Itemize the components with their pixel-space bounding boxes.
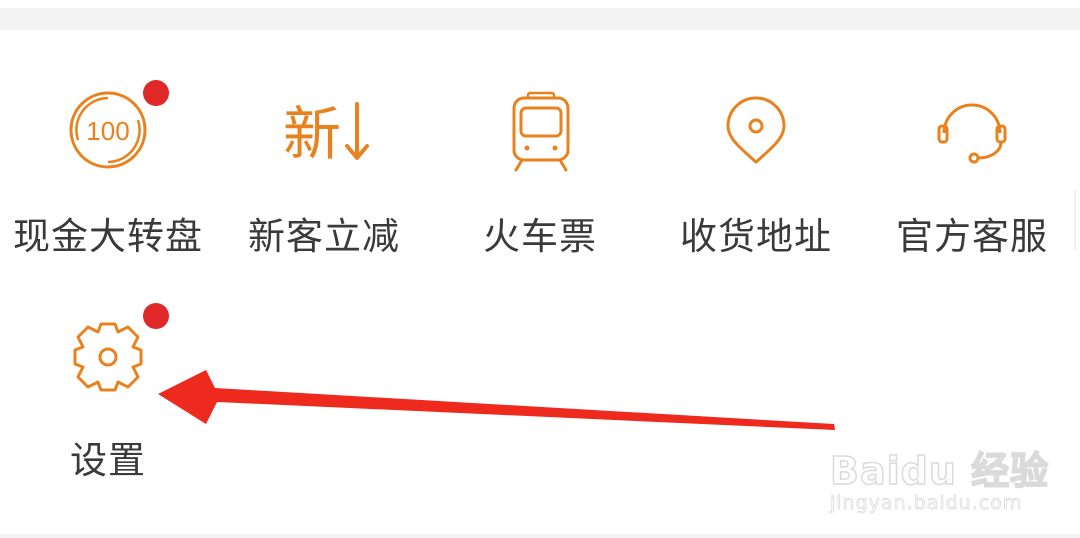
watermark: Baidu 经验 jingyan.baidu.com bbox=[826, 418, 1056, 528]
new-customer-icon: 新 bbox=[274, 78, 374, 178]
service-cash-wheel[interactable]: 100 现金大转盘 bbox=[0, 78, 216, 268]
service-customer-support[interactable]: 官方客服 bbox=[864, 78, 1080, 268]
service-label: 官方客服 bbox=[896, 215, 1048, 258]
gear-icon bbox=[58, 302, 169, 402]
service-settings[interactable]: 设置 bbox=[0, 302, 216, 492]
service-shipping-address[interactable]: 收货地址 bbox=[648, 78, 864, 268]
svg-text:新: 新 bbox=[283, 100, 341, 168]
watermark-url: jingyan.baidu.com bbox=[830, 492, 1023, 515]
service-label: 新客立减 bbox=[248, 215, 400, 258]
section-divider-top bbox=[0, 0, 1080, 30]
screen: 100 现金大转盘 新 新客立减 火车票 收货地址 官方客服 设置 Baidu … bbox=[0, 0, 1080, 538]
section-divider-bottom bbox=[0, 534, 1080, 538]
service-train-tickets[interactable]: 火车票 bbox=[432, 78, 648, 268]
service-label: 收货地址 bbox=[680, 215, 832, 258]
next-item-edge bbox=[1074, 190, 1076, 250]
service-label: 现金大转盘 bbox=[13, 215, 203, 258]
headset-icon bbox=[922, 78, 1022, 178]
service-new-customer-discount[interactable]: 新 新客立减 bbox=[216, 78, 432, 268]
watermark-brand: Baidu 经验 bbox=[829, 448, 1050, 494]
service-label: 设置 bbox=[70, 439, 146, 482]
notification-badge bbox=[143, 303, 169, 329]
service-label: 火车票 bbox=[483, 215, 597, 258]
svg-text:100: 100 bbox=[86, 116, 129, 146]
prize-wheel-icon: 100 bbox=[58, 78, 169, 178]
train-icon bbox=[490, 78, 590, 178]
location-pin-icon bbox=[706, 78, 806, 178]
notification-badge bbox=[143, 80, 169, 106]
